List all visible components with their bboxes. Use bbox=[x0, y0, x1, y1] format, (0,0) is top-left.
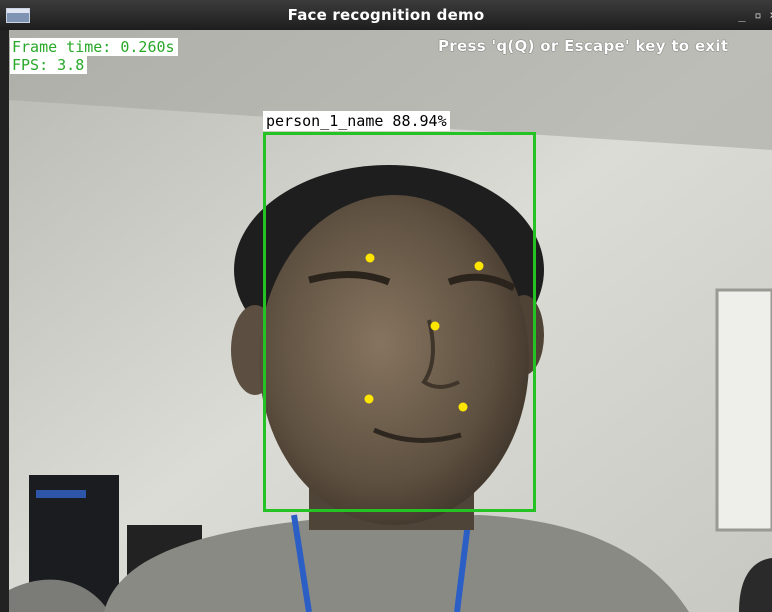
landmark-left-mouth-corner bbox=[364, 394, 374, 404]
landmark-left-eye bbox=[365, 253, 375, 263]
maximize-button[interactable]: ▫ bbox=[752, 9, 764, 21]
pc-tower-light bbox=[36, 490, 86, 498]
exit-hint: Press 'q(Q) or Escape' key to exit bbox=[438, 37, 729, 55]
window-title-bar[interactable]: Face recognition demo _ ▫ × bbox=[0, 0, 772, 30]
frame-time-readout: Frame time: 0.260s bbox=[10, 38, 178, 56]
face-detection-label: person_1_name 88.94% bbox=[263, 111, 450, 131]
face-detection-box bbox=[263, 132, 536, 512]
window-pane bbox=[715, 288, 772, 532]
fps-readout: FPS: 3.8 bbox=[10, 56, 88, 74]
landmark-right-mouth-corner bbox=[458, 402, 468, 412]
window-left-border bbox=[0, 30, 9, 612]
close-button[interactable]: × bbox=[767, 9, 772, 21]
landmark-nose-tip bbox=[430, 321, 440, 331]
window-title: Face recognition demo bbox=[287, 6, 485, 24]
landmark-right-eye bbox=[474, 261, 484, 271]
minimize-button[interactable]: _ bbox=[736, 9, 748, 21]
